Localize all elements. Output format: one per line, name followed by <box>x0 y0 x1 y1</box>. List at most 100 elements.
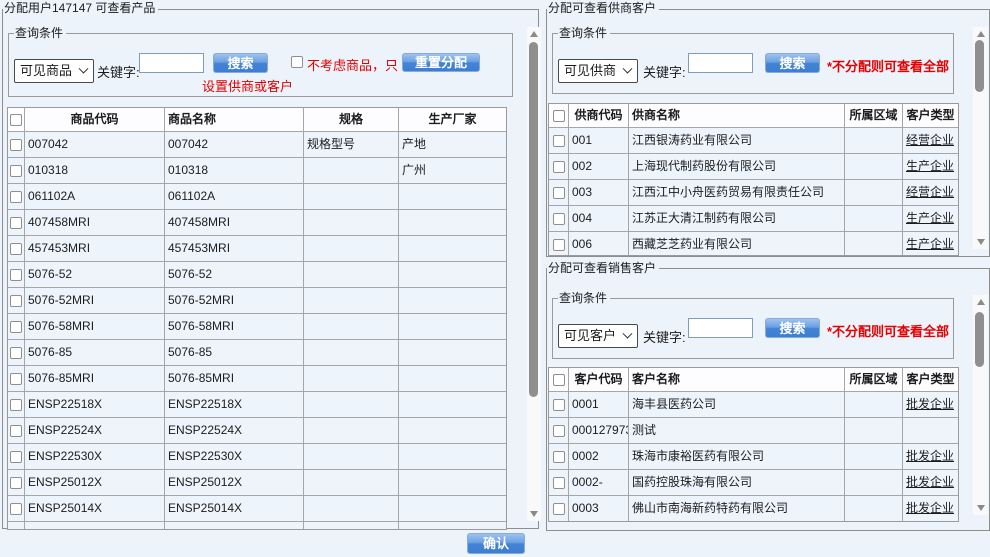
customers-keyword-input[interactable] <box>688 318 753 338</box>
products-visibility-select[interactable]: 可见商品 <box>14 59 94 83</box>
row-checkbox[interactable] <box>10 139 22 151</box>
table-cell <box>165 522 304 530</box>
customers-scrollbar[interactable] <box>973 295 988 515</box>
products-keyword-input[interactable] <box>139 53 204 73</box>
table-cell <box>399 210 506 236</box>
products-search-button[interactable]: 搜索 <box>213 53 268 73</box>
table-cell <box>304 158 399 184</box>
table-cell <box>304 522 399 530</box>
table-cell: 407458MRI <box>165 210 304 236</box>
row-checkbox[interactable] <box>553 213 565 225</box>
row-checkbox[interactable] <box>10 295 22 307</box>
row-checkbox[interactable] <box>10 321 22 333</box>
row-checkbox[interactable] <box>553 161 565 173</box>
select-all-checkbox[interactable] <box>553 374 565 386</box>
scroll-down-icon[interactable] <box>530 511 538 517</box>
table-cell: 010318 <box>165 158 304 184</box>
table-cell <box>399 418 506 444</box>
table-cell: 010318 <box>25 158 165 184</box>
table-header-row: 商品代码商品名称规格生产厂家 <box>8 108 506 132</box>
table-cell <box>304 496 399 522</box>
row-checkbox[interactable] <box>10 503 22 515</box>
table-row: 0001279739测试 <box>549 418 958 444</box>
customers-search-button[interactable]: 搜索 <box>765 318 820 338</box>
row-checkbox[interactable] <box>553 425 565 437</box>
table-cell <box>903 418 958 444</box>
scroll-up-icon[interactable] <box>977 299 985 305</box>
customers-visibility-select[interactable]: 可见客户 <box>558 324 638 348</box>
customers-panel-title: 分配可查看销售客户 <box>547 261 659 276</box>
row-checkbox[interactable] <box>553 399 565 411</box>
table-cell <box>845 496 903 522</box>
table-row: 0001海丰县医药公司批发企业 <box>549 392 958 418</box>
table-cell <box>845 392 903 418</box>
products-scrollbar[interactable] <box>527 27 541 521</box>
table-row: 003江西江中小舟医药贸易有限责任公司经营企业 <box>549 180 958 206</box>
table-row: 0003佛山市南海新药特药有限公司批发企业 <box>549 496 958 522</box>
table-cell: ENSP25014X <box>25 496 165 522</box>
row-checkbox[interactable] <box>10 347 22 359</box>
select-all-checkbox[interactable] <box>10 114 22 126</box>
row-checkbox[interactable] <box>553 187 565 199</box>
table-cell: 5076-85MRI <box>165 366 304 392</box>
table-row: 004江苏正大清江制药有限公司生产企业 <box>549 206 958 232</box>
table-cell: ENSP22518X <box>25 392 165 418</box>
table-cell: 佛山市南海新药特药有限公司 <box>629 496 845 522</box>
table-cell: 批发企业 <box>903 392 958 418</box>
row-checkbox[interactable] <box>10 165 22 177</box>
reset-assignment-button[interactable]: 重置分配 <box>402 53 480 72</box>
row-checkbox[interactable] <box>10 269 22 281</box>
select-all-checkbox[interactable] <box>553 110 565 122</box>
column-header: 规格 <box>304 108 399 132</box>
row-checkbox[interactable] <box>553 135 565 147</box>
ignore-products-checkbox[interactable] <box>291 56 303 68</box>
products-table: 商品代码商品名称规格生产厂家007042007042规格型号产地01031801… <box>7 107 507 530</box>
table-cell <box>399 392 506 418</box>
suppliers-keyword-input[interactable] <box>688 53 753 73</box>
row-checkbox[interactable] <box>10 451 22 463</box>
row-checkbox[interactable] <box>10 373 22 385</box>
suppliers-search-button[interactable]: 搜索 <box>765 53 820 73</box>
products-keyword-label: 关键字: <box>97 62 140 81</box>
row-checkbox[interactable] <box>10 399 22 411</box>
suppliers-scrollbar-thumb[interactable] <box>975 40 984 92</box>
row-checkbox[interactable] <box>10 191 22 203</box>
table-cell: 产地 <box>399 132 506 158</box>
row-checkbox[interactable] <box>553 451 565 463</box>
table-cell: 海丰县医药公司 <box>629 392 845 418</box>
table-cell <box>304 418 399 444</box>
products-scrollbar-thumb[interactable] <box>529 42 538 397</box>
scroll-down-icon[interactable] <box>977 505 985 511</box>
table-cell <box>304 184 399 210</box>
row-checkbox[interactable] <box>553 477 565 489</box>
table-cell: 5076-58MRI <box>25 314 165 340</box>
table-cell <box>399 340 506 366</box>
row-checkbox[interactable] <box>10 425 22 437</box>
table-row: 061102A061102A <box>8 184 506 210</box>
row-checkbox[interactable] <box>553 239 565 251</box>
table-cell: 江苏正大清江制药有限公司 <box>629 206 845 232</box>
table-cell: 5076-85MRI <box>25 366 165 392</box>
table-cell: 5076-52MRI <box>25 288 165 314</box>
row-checkbox[interactable] <box>10 217 22 229</box>
table-cell: 0001279739 <box>569 418 629 444</box>
table-row: 5076-52MRI5076-52MRI <box>8 288 506 314</box>
scroll-up-icon[interactable] <box>977 31 985 37</box>
table-cell <box>304 314 399 340</box>
column-header: 商品名称 <box>165 108 304 132</box>
scroll-down-icon[interactable] <box>977 239 985 245</box>
row-checkbox[interactable] <box>553 503 565 515</box>
table-cell: ENSP22524X <box>165 418 304 444</box>
customers-scrollbar-thumb[interactable] <box>975 312 984 367</box>
table-row: 407458MRI407458MRI <box>8 210 506 236</box>
suppliers-scrollbar[interactable] <box>973 27 988 249</box>
table-cell: 生产企业 <box>903 154 958 180</box>
scroll-up-icon[interactable] <box>530 31 538 37</box>
suppliers-visibility-select[interactable]: 可见供商 <box>558 59 638 83</box>
column-header: 商品代码 <box>25 108 165 132</box>
row-checkbox[interactable] <box>10 243 22 255</box>
confirm-button[interactable]: 确认 <box>467 533 525 554</box>
table-cell: ENSP22518X <box>165 392 304 418</box>
row-checkbox[interactable] <box>10 477 22 489</box>
suppliers-note: *不分配则可查看全部 <box>827 56 949 75</box>
